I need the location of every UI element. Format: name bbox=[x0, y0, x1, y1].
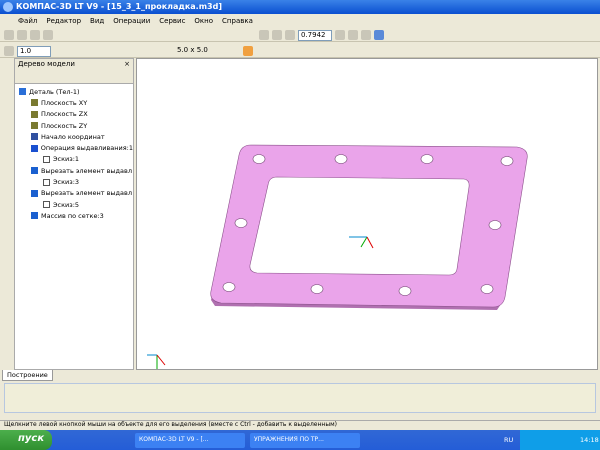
step-input[interactable]: 1.0 bbox=[17, 46, 51, 57]
3d-viewport[interactable] bbox=[136, 58, 598, 370]
status-bar: Щелкните левой кнопкой мыши на объекте д… bbox=[0, 420, 600, 430]
origin-triad-icon bbox=[349, 236, 374, 249]
tree-item[interactable]: Вырезать элемент выдавл bbox=[19, 188, 133, 199]
sketch-icon bbox=[43, 201, 50, 209]
plate[interactable] bbox=[210, 144, 528, 308]
axis-indicator-icon bbox=[147, 354, 166, 369]
system-tray: 14:18 bbox=[520, 430, 600, 450]
clock: 14:18 bbox=[580, 436, 599, 444]
origin-icon bbox=[31, 133, 38, 141]
language-indicator[interactable]: RU bbox=[504, 436, 513, 444]
tree-item[interactable]: Плоскость XY bbox=[19, 97, 133, 108]
bolt-hole bbox=[222, 282, 236, 292]
shaded-icon[interactable] bbox=[374, 30, 384, 40]
bolt-hole bbox=[252, 154, 266, 164]
zoom-window-icon[interactable] bbox=[259, 30, 269, 40]
zoom-out-icon[interactable] bbox=[285, 30, 295, 40]
bolt-hole bbox=[234, 218, 248, 228]
current-state-toolbar: 1.0 5.0 x 5.0 bbox=[0, 44, 600, 58]
tree-item[interactable]: Вырезать элемент выдавл bbox=[19, 165, 133, 176]
sketch-icon bbox=[43, 155, 50, 163]
menu-item-6[interactable]: Справка bbox=[222, 17, 253, 27]
taskbar: пуск КОМПАС-3D LT V9 - [... УПРАЖНЕНИЯ П… bbox=[0, 430, 600, 450]
tree-title: Дерево модели bbox=[18, 60, 75, 68]
zoom-input[interactable]: 0.7942 bbox=[298, 30, 332, 41]
tree-header: Дерево модели × bbox=[15, 59, 133, 70]
tree-item-label: Операция выдавливания:1 bbox=[40, 144, 133, 153]
tree-item-label: Вырезать элемент выдавл bbox=[41, 189, 132, 198]
property-panel bbox=[4, 383, 596, 413]
tree-item-label: Эскиз:3 bbox=[53, 178, 80, 187]
pattern-icon bbox=[31, 212, 38, 220]
menu-item-2[interactable]: Вид bbox=[90, 17, 104, 27]
orient-icon[interactable] bbox=[335, 30, 345, 40]
plane-icon bbox=[31, 99, 38, 107]
part-icon bbox=[19, 88, 26, 96]
bolt-hole bbox=[334, 154, 348, 164]
tree-item-label: Эскиз:5 bbox=[53, 200, 80, 209]
step-icon bbox=[4, 46, 14, 56]
standard-toolbar: 0.7942 bbox=[0, 28, 600, 42]
plane-icon bbox=[31, 122, 38, 130]
menu-item-4[interactable]: Сервис bbox=[159, 17, 185, 27]
print-icon[interactable] bbox=[43, 30, 53, 40]
menu-item-3[interactable]: Операции bbox=[113, 17, 150, 27]
tree-item[interactable]: Эскиз:5 bbox=[19, 199, 133, 210]
cut-icon bbox=[31, 167, 38, 175]
window-title: КОМПАС-3D LT V9 - [15_3_1_прокладка.m3d] bbox=[16, 2, 223, 11]
title-bar: КОМПАС-3D LT V9 - [15_3_1_прокладка.m3d] bbox=[0, 0, 600, 14]
compact-toolbar bbox=[0, 58, 14, 370]
grid-select[interactable]: 5.0 x 5.0 bbox=[177, 46, 217, 55]
bolt-hole bbox=[480, 284, 494, 294]
rotate-icon[interactable] bbox=[361, 30, 371, 40]
app-icon bbox=[3, 2, 13, 12]
task-kompas[interactable]: КОМПАС-3D LT V9 - [... bbox=[135, 433, 245, 448]
model-view[interactable] bbox=[137, 59, 599, 371]
extrude-icon bbox=[31, 144, 38, 152]
tree-item[interactable]: Деталь (Тел-1) bbox=[19, 86, 133, 97]
tab-build[interactable]: Построение bbox=[2, 370, 53, 381]
tree-item-label: Деталь (Тел-1) bbox=[29, 87, 80, 96]
bolt-hole bbox=[398, 286, 412, 296]
tree-item-label: Эскиз:1 bbox=[53, 155, 80, 164]
tree-item-label: Начало координат bbox=[41, 132, 105, 141]
zoom-in-icon[interactable] bbox=[272, 30, 282, 40]
save-icon[interactable] bbox=[30, 30, 40, 40]
close-icon[interactable]: × bbox=[124, 60, 130, 69]
tree-item-label: Плоскость XY bbox=[41, 98, 88, 107]
bolt-hole bbox=[500, 156, 514, 166]
tree-list: Деталь (Тел-1) Плоскость XY Плоскость ZX Пл… bbox=[15, 84, 133, 222]
tree-item[interactable]: Начало координат bbox=[19, 131, 133, 142]
tree-item[interactable]: Операция выдавливания:1 bbox=[19, 142, 133, 153]
sketch-icon bbox=[43, 178, 50, 186]
tree-toolbar bbox=[15, 70, 133, 84]
menu-item-5[interactable]: Окно bbox=[194, 17, 213, 27]
start-button[interactable]: пуск bbox=[0, 430, 52, 450]
plane-icon bbox=[31, 110, 38, 118]
tree-item-label: Массив по сетке:3 bbox=[41, 211, 104, 220]
tree-item-label: Вырезать элемент выдавл bbox=[41, 166, 132, 175]
tree-item[interactable]: Эскиз:3 bbox=[19, 176, 133, 187]
bolt-hole bbox=[488, 220, 502, 230]
tree-item-label: Плоскость ZY bbox=[41, 121, 88, 130]
tree-item[interactable]: Плоскость ZY bbox=[19, 120, 133, 131]
model-tree-panel: Дерево модели × Деталь (Тел-1) Плоскость X… bbox=[14, 58, 134, 370]
bolt-hole bbox=[310, 284, 324, 294]
tab-strip bbox=[0, 370, 600, 382]
menu-bar: Файл Редактор Вид Операции Сервис Окно Справка bbox=[0, 15, 600, 27]
task-exercises[interactable]: УПРАЖНЕНИЯ ПО ТР... bbox=[250, 433, 360, 448]
bolt-hole bbox=[420, 154, 434, 164]
new-icon[interactable] bbox=[4, 30, 14, 40]
tree-item[interactable]: Массив по сетке:3 bbox=[19, 210, 133, 221]
menu-item-0[interactable]: Файл bbox=[18, 17, 37, 27]
cut-icon bbox=[31, 189, 38, 197]
snap-icon[interactable] bbox=[243, 46, 253, 56]
pan-icon[interactable] bbox=[348, 30, 358, 40]
open-icon[interactable] bbox=[17, 30, 27, 40]
tree-item-label: Плоскость ZX bbox=[41, 110, 88, 119]
tree-item[interactable]: Эскиз:1 bbox=[19, 154, 133, 165]
menu-item-1[interactable]: Редактор bbox=[46, 17, 81, 27]
tree-item[interactable]: Плоскость ZX bbox=[19, 109, 133, 120]
